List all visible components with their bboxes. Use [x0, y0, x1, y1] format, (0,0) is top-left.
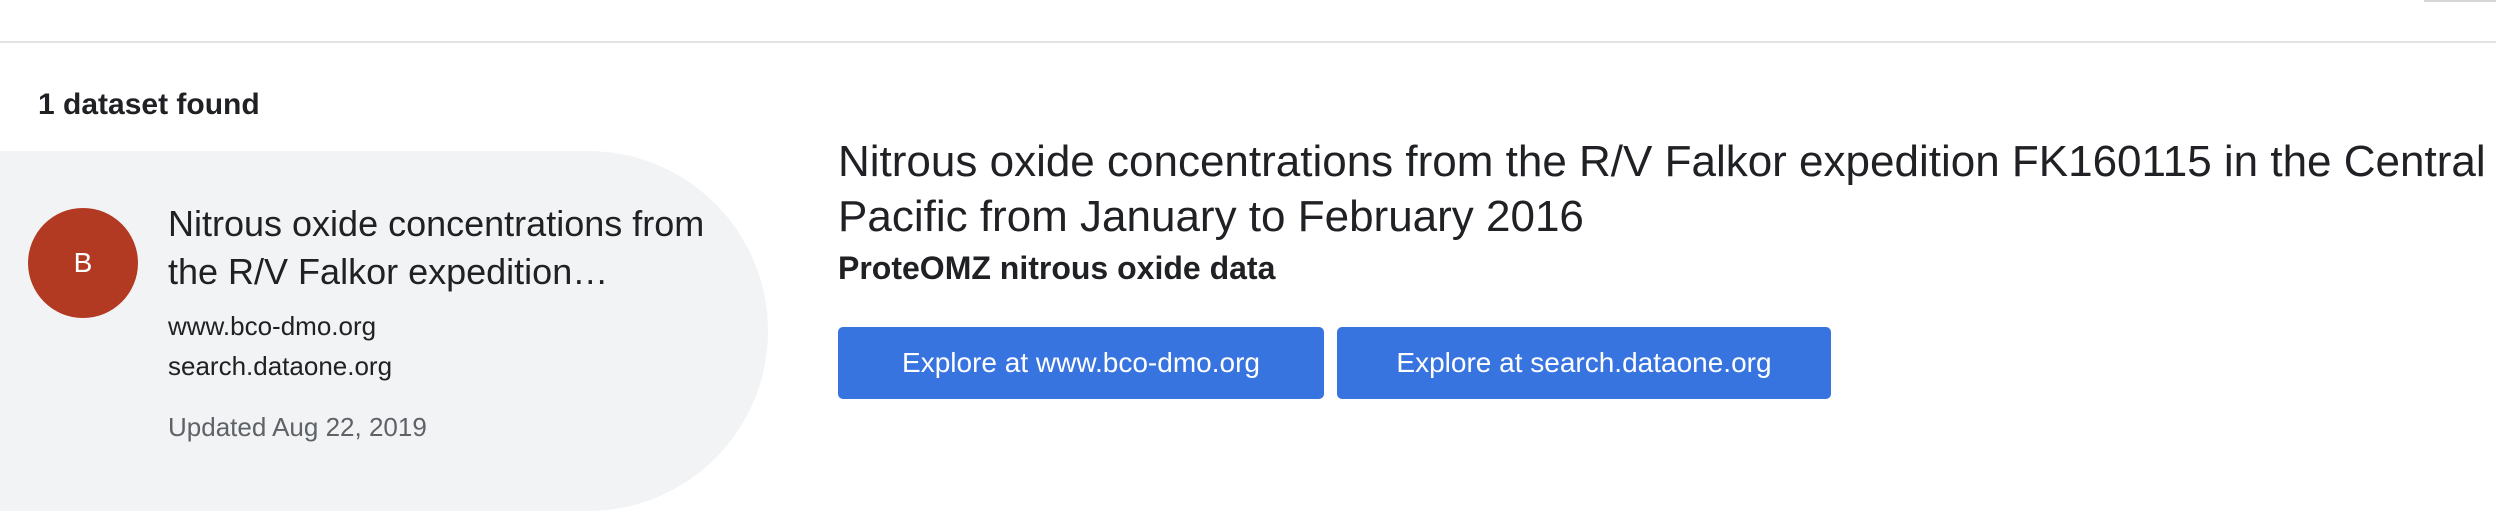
publisher-avatar: B	[28, 208, 138, 318]
result-card-updated-date: Updated Aug 22, 2019	[168, 412, 427, 442]
explore-bco-dmo-button[interactable]: Explore at www.bco-dmo.org	[838, 327, 1324, 399]
dataset-subtitle: ProteOMZ nitrous oxide data	[838, 250, 1276, 286]
top-divider	[0, 41, 2496, 43]
explore-dataone-button[interactable]: Explore at search.dataone.org	[1337, 327, 1831, 399]
top-right-edge	[2424, 0, 2496, 2]
dataset-title: Nitrous oxide concentrations from the R/…	[838, 137, 2486, 241]
result-card-title[interactable]: Nitrous oxide concentrations from the R/…	[168, 200, 708, 296]
result-card-source: search.dataone.org	[168, 351, 393, 381]
result-card-source: www.bco-dmo.org	[168, 311, 377, 341]
result-count: 1 dataset found	[38, 88, 260, 121]
